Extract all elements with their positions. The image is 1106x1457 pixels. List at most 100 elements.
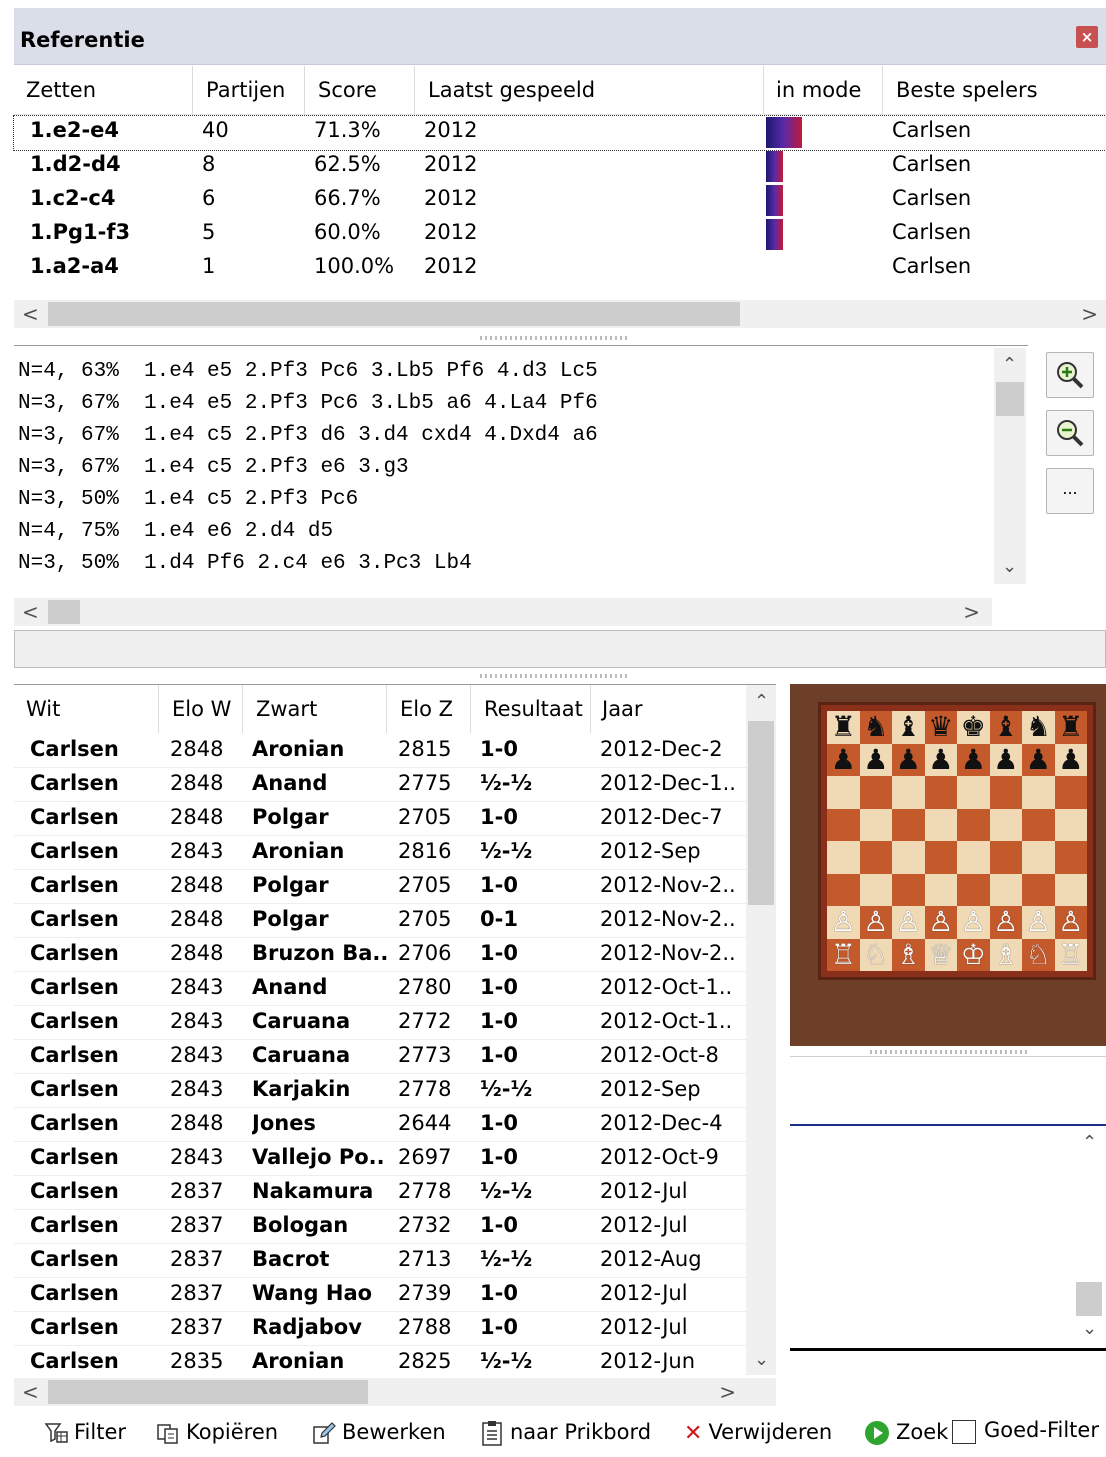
- col-header-laatst-gespeeld[interactable]: Laatst gespeeld: [428, 78, 595, 102]
- board-square[interactable]: ♟: [892, 743, 925, 776]
- line-item[interactable]: N=3, 50% 1.d4 Pf6 2.c4 e6 3.Pc3 Lb4: [18, 552, 472, 575]
- black-piece[interactable]: ♚: [961, 710, 986, 743]
- board-square[interactable]: ♙: [827, 905, 860, 939]
- scroll-thumb[interactable]: [748, 721, 774, 905]
- board-square[interactable]: ♚: [957, 710, 990, 744]
- board-square[interactable]: [957, 873, 990, 906]
- games-table-row[interactable]: Carlsen 2843 Caruana 2773 1-0 2012-Oct-8: [14, 1039, 746, 1074]
- board-square[interactable]: [989, 841, 1022, 874]
- white-piece[interactable]: ♙: [1026, 905, 1051, 938]
- black-piece[interactable]: ♜: [1058, 710, 1083, 743]
- board-square[interactable]: [1054, 776, 1087, 809]
- board-square[interactable]: ♟: [827, 743, 860, 776]
- white-piece[interactable]: ♗: [896, 938, 921, 971]
- scroll-down-icon[interactable]: ⌄: [1002, 556, 1017, 577]
- black-piece[interactable]: ♟: [831, 743, 856, 776]
- copy-button[interactable]: Kopiëren: [156, 1420, 278, 1445]
- board-square[interactable]: [827, 841, 860, 874]
- games-table-row[interactable]: Carlsen 2843 Anand 2780 1-0 2012-Oct-1..: [14, 971, 746, 1006]
- white-piece[interactable]: ♖: [831, 938, 856, 971]
- board-square[interactable]: ♙: [957, 905, 990, 939]
- board-square[interactable]: [892, 808, 925, 841]
- lines-vscrollbar[interactable]: ⌃ ⌄: [994, 348, 1026, 584]
- scroll-right-icon[interactable]: >: [719, 1378, 736, 1406]
- board-square[interactable]: ♙: [989, 905, 1022, 939]
- comment-vscrollbar[interactable]: ⌃ ⌄: [1074, 1128, 1104, 1344]
- scroll-left-icon[interactable]: <: [22, 300, 39, 328]
- moves-table-row[interactable]: 1.d2-d4 8 62.5% 2012 Carlsen: [14, 150, 1106, 184]
- edit-button[interactable]: Bewerken: [312, 1420, 446, 1445]
- black-piece[interactable]: ♟: [896, 743, 921, 776]
- close-icon[interactable]: ×: [1076, 26, 1098, 48]
- moves-table-row[interactable]: 1.Pg1-f3 5 60.0% 2012 Carlsen: [14, 218, 1106, 252]
- scroll-thumb[interactable]: [48, 1380, 368, 1404]
- line-item[interactable]: N=3, 67% 1.e4 c5 2.Pf3 e6 3.g3: [18, 456, 409, 479]
- board-square[interactable]: ♞: [859, 710, 892, 744]
- board-square[interactable]: ♙: [1054, 905, 1087, 939]
- scroll-left-icon[interactable]: <: [22, 598, 39, 626]
- games-table-row[interactable]: Carlsen 2837 Wang Hao 2739 1-0 2012-Jul: [14, 1277, 746, 1312]
- line-item[interactable]: N=3, 67% 1.e4 e5 2.Pf3 Pc6 3.Lb5 a6 4.La…: [18, 392, 598, 415]
- board-square[interactable]: [1054, 873, 1087, 906]
- white-piece[interactable]: ♖: [1058, 938, 1083, 971]
- board-square[interactable]: ♟: [957, 743, 990, 776]
- games-table-row[interactable]: Carlsen 2837 Radjabov 2788 1-0 2012-Jul: [14, 1311, 746, 1346]
- white-piece[interactable]: ♘: [863, 938, 888, 971]
- board-square[interactable]: [1022, 776, 1055, 809]
- white-piece[interactable]: ♙: [863, 905, 888, 938]
- board-square[interactable]: [859, 808, 892, 841]
- board-square[interactable]: [1054, 841, 1087, 874]
- games-table-row[interactable]: Carlsen 2843 Vallejo Po.. 2697 1-0 2012-Oct-9: [14, 1141, 746, 1176]
- board-square[interactable]: ♟: [859, 743, 892, 776]
- line-item[interactable]: N=3, 50% 1.e4 c5 2.Pf3 Pc6: [18, 488, 358, 511]
- board-square[interactable]: [924, 841, 957, 874]
- scroll-right-icon[interactable]: >: [963, 598, 980, 626]
- black-piece[interactable]: ♟: [993, 743, 1018, 776]
- col-header-resultaat[interactable]: Resultaat: [484, 697, 583, 721]
- games-table-row[interactable]: Carlsen 2843 Aronian 2816 ½-½ 2012-Sep: [14, 835, 746, 870]
- black-piece[interactable]: ♝: [993, 710, 1018, 743]
- board-square[interactable]: [1022, 808, 1055, 841]
- moves-table-row[interactable]: 1.a2-a4 1 100.0% 2012 Carlsen: [14, 252, 1106, 286]
- white-piece[interactable]: ♙: [993, 905, 1018, 938]
- board-square[interactable]: ♙: [924, 905, 957, 939]
- board-square[interactable]: ♟: [1022, 743, 1055, 776]
- board-square[interactable]: ♟: [989, 743, 1022, 776]
- games-table-row[interactable]: Carlsen 2848 Polgar 2705 1-0 2012-Dec-7: [14, 801, 746, 836]
- board-square[interactable]: [957, 841, 990, 874]
- filter-button[interactable]: Filter: [44, 1420, 126, 1445]
- board-square[interactable]: [827, 808, 860, 841]
- black-piece[interactable]: ♞: [1026, 710, 1051, 743]
- scroll-down-icon[interactable]: ⌄: [754, 1349, 769, 1370]
- scroll-left-icon[interactable]: <: [22, 1378, 39, 1406]
- board-square[interactable]: [989, 776, 1022, 809]
- board-square[interactable]: ♗: [892, 938, 925, 971]
- games-table-row[interactable]: Carlsen 2837 Bacrot 2713 ½-½ 2012-Aug: [14, 1243, 746, 1278]
- col-header-zwart[interactable]: Zwart: [256, 697, 317, 721]
- board-square[interactable]: ♜: [827, 710, 860, 744]
- more-button[interactable]: ...: [1046, 468, 1094, 514]
- board-square[interactable]: ♖: [1054, 938, 1087, 971]
- board-square[interactable]: ♙: [892, 905, 925, 939]
- board-square[interactable]: [892, 776, 925, 809]
- col-header-score[interactable]: Score: [318, 78, 377, 102]
- white-piece[interactable]: ♗: [993, 938, 1018, 971]
- moves-table-row[interactable]: 1.c2-c4 6 66.7% 2012 Carlsen: [14, 184, 1106, 218]
- scroll-thumb[interactable]: [996, 382, 1024, 416]
- board-square[interactable]: [924, 808, 957, 841]
- black-piece[interactable]: ♟: [1058, 743, 1083, 776]
- scroll-thumb[interactable]: [1076, 1282, 1102, 1316]
- col-header-elo-z[interactable]: Elo Z: [400, 697, 453, 721]
- white-piece[interactable]: ♕: [928, 938, 953, 971]
- board-square[interactable]: ♟: [924, 743, 957, 776]
- black-piece[interactable]: ♝: [896, 710, 921, 743]
- white-piece[interactable]: ♙: [831, 905, 856, 938]
- scroll-thumb[interactable]: [48, 302, 740, 326]
- board-square[interactable]: ♝: [989, 710, 1022, 744]
- chess-board[interactable]: ♜ ♞ ♝ ♛ ♚ ♝ ♞ ♜ ♟ ♟ ♟ ♟ ♟ ♟ ♟ ♟ ♙ ♙ ♙ ♙ ♙ ♙ ♙ ♙ ♖ ♘ ♗ ♕ ♔ ♗ ♘ ♖: [827, 710, 1087, 971]
- scroll-down-icon[interactable]: ⌄: [1082, 1318, 1097, 1339]
- games-table-row[interactable]: Carlsen 2848 Polgar 2705 1-0 2012-Nov-2..: [14, 869, 746, 904]
- col-header-zetten[interactable]: Zetten: [26, 78, 96, 102]
- board-square[interactable]: [989, 873, 1022, 906]
- white-piece[interactable]: ♙: [961, 905, 986, 938]
